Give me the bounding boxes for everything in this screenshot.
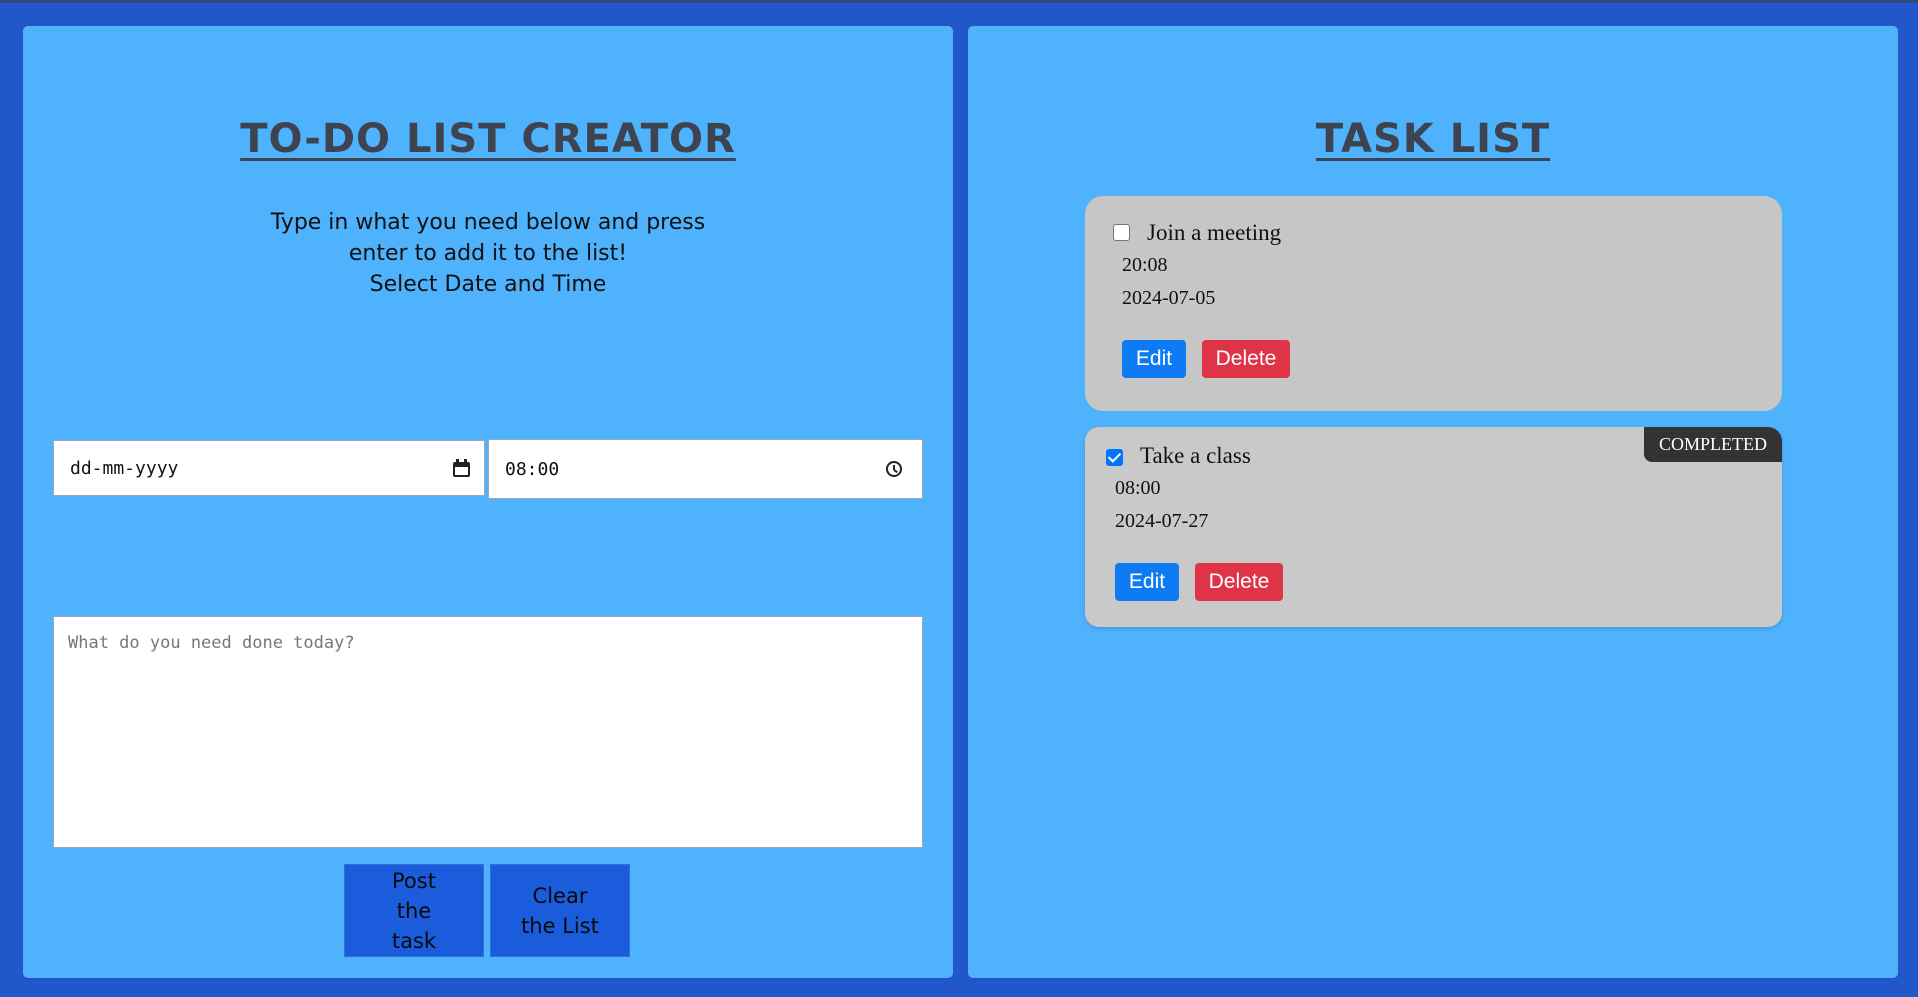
instructions-line: Type in what you need below and press	[270, 210, 706, 235]
task-date: 2024-07-27	[1115, 510, 1209, 532]
task-date: 2024-07-05	[1122, 287, 1216, 309]
instructions-line: Select Date and Time	[369, 272, 607, 297]
task-card: COMPLETED Take a class 08:00 2024-07-27 …	[1085, 427, 1782, 627]
creator-panel: To-Do List Creator Type in what you need…	[23, 26, 953, 978]
clock-icon[interactable]	[886, 461, 902, 477]
task-name: Take a class	[1140, 443, 1251, 468]
time-input[interactable]: 08:00	[488, 439, 923, 499]
date-input-value: dd-mm-yyyy	[70, 457, 179, 479]
task-complete-checkbox[interactable]	[1113, 224, 1130, 241]
calendar-icon[interactable]	[453, 459, 470, 477]
edit-button[interactable]: Edit	[1115, 563, 1179, 601]
task-list-title: Task List	[1315, 116, 1551, 162]
task-time: 20:08	[1122, 254, 1168, 276]
instructions: Type in what you need below and press en…	[23, 207, 953, 300]
delete-button[interactable]: Delete	[1195, 563, 1283, 601]
instructions-line: enter to add it to the list!	[348, 241, 628, 266]
task-list-panel: Task List Join a meeting 20:08 2024-07-0…	[968, 26, 1898, 978]
clear-list-button[interactable]: Clear the List	[490, 864, 630, 957]
task-complete-checkbox[interactable]	[1106, 449, 1123, 466]
edit-button[interactable]: Edit	[1122, 340, 1186, 378]
task-card: Join a meeting 20:08 2024-07-05 Edit Del…	[1085, 196, 1782, 411]
task-input[interactable]	[53, 616, 923, 848]
time-input-value: 08:00	[505, 458, 560, 480]
completed-badge: COMPLETED	[1644, 427, 1782, 462]
task-time: 08:00	[1115, 477, 1161, 499]
creator-title: To-Do List Creator	[240, 116, 736, 162]
date-input[interactable]: dd-mm-yyyy	[53, 440, 485, 496]
delete-button[interactable]: Delete	[1202, 340, 1290, 378]
post-task-button[interactable]: Post the task	[344, 864, 484, 957]
task-name: Join a meeting	[1147, 220, 1282, 245]
top-border	[0, 0, 1918, 3]
